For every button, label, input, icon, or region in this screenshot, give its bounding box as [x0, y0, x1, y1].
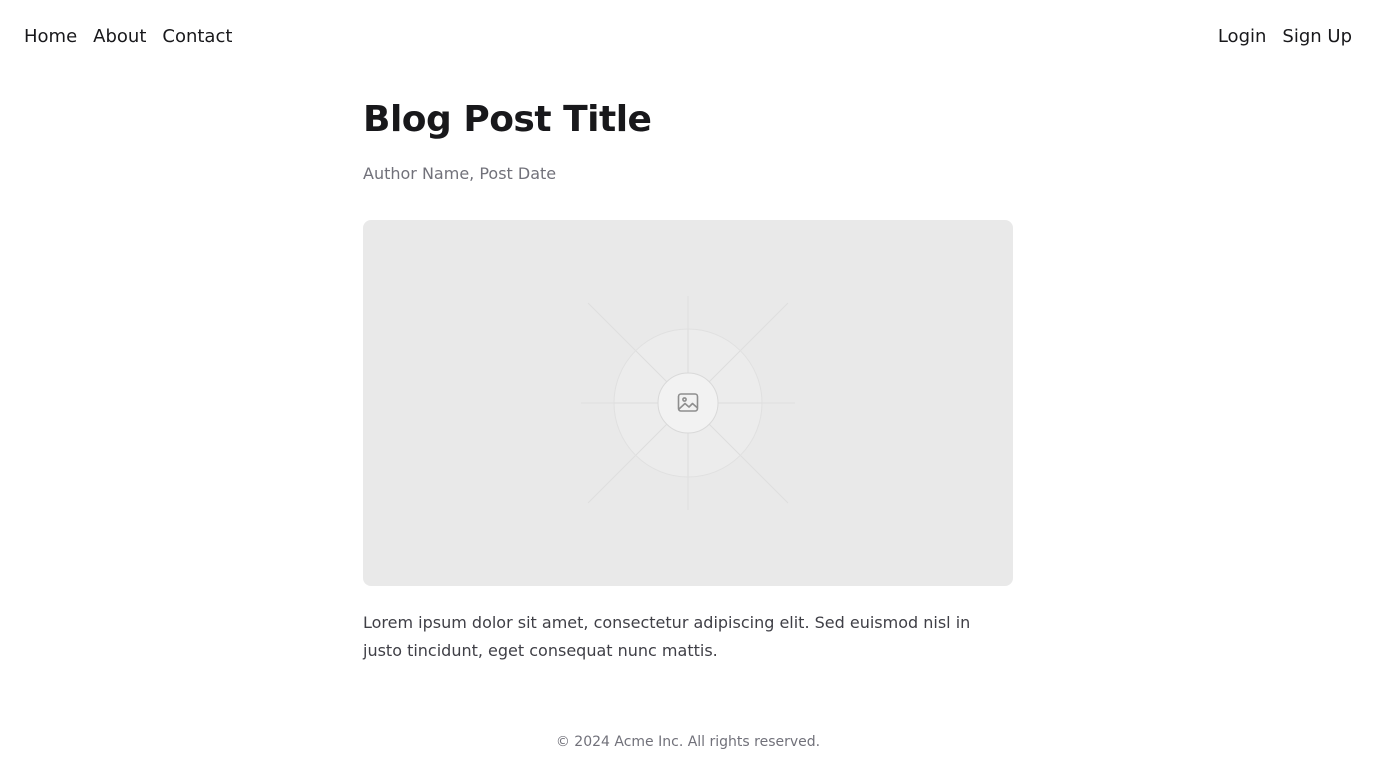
copyright-text: © 2024 Acme Inc. All rights reserved. — [555, 734, 821, 750]
post-body: Lorem ipsum dolor sit amet, consectetur … — [363, 613, 971, 660]
image-placeholder-graphic — [581, 296, 795, 510]
top-navigation: Home About Contact Login Sign Up — [0, 0, 1376, 76]
primary-nav-links: Home About Contact — [24, 25, 232, 49]
post-image-placeholder — [363, 220, 1013, 586]
nav-link-home[interactable]: Home — [24, 25, 77, 49]
account-nav-links: Login Sign Up — [1218, 25, 1352, 49]
nav-link-about[interactable]: About — [93, 25, 146, 49]
nav-link-contact[interactable]: Contact — [162, 25, 232, 49]
site-footer: © 2024 Acme Inc. All rights reserved. — [0, 732, 1376, 752]
post-meta: Author Name, Post Date — [363, 164, 557, 183]
blog-post: Blog Post Title Author Name, Post Date L… — [363, 96, 1013, 660]
login-link[interactable]: Login — [1218, 25, 1267, 49]
post-title: Blog Post Title — [363, 99, 652, 140]
sign-up-link[interactable]: Sign Up — [1282, 25, 1352, 49]
